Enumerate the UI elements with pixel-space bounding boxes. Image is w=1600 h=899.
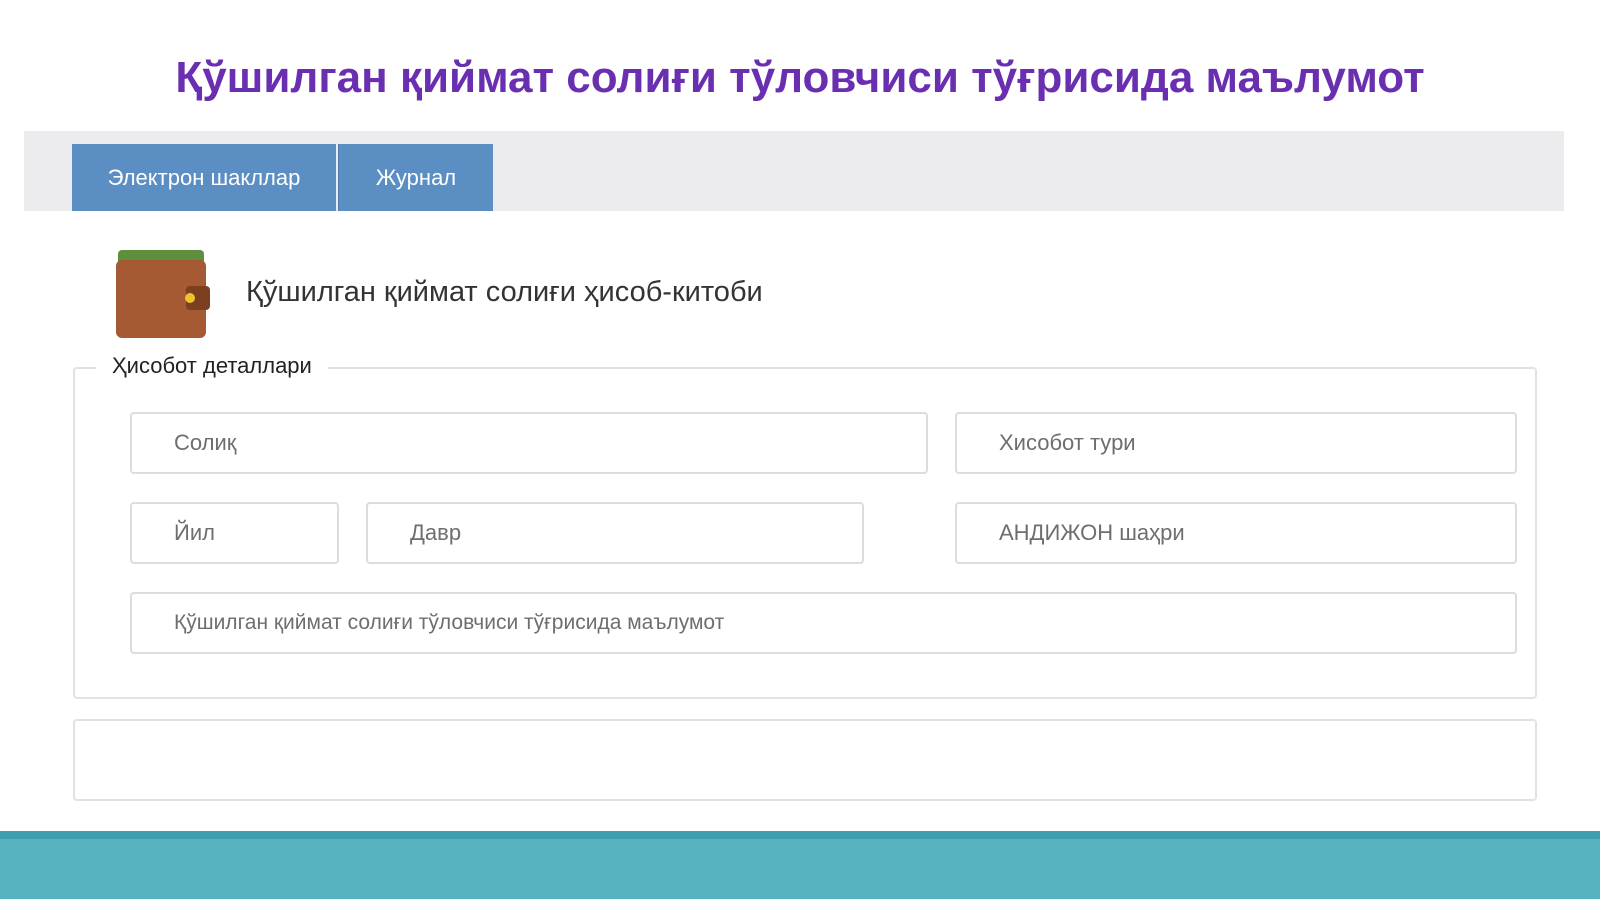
tab-journal[interactable]: Журнал bbox=[338, 144, 493, 211]
report-details-legend: Ҳисобот деталлари bbox=[96, 352, 328, 380]
period-field[interactable]: Давр bbox=[366, 502, 864, 564]
report-type-field[interactable]: Хисобот тури bbox=[955, 412, 1517, 474]
tab-electronic-forms[interactable]: Электрон шакллар bbox=[72, 144, 336, 211]
wallet-icon bbox=[116, 250, 210, 338]
tab-bar: Электрон шакллар Журнал bbox=[24, 131, 1564, 211]
result-panel bbox=[73, 719, 1537, 801]
city-field[interactable]: АНДИЖОН шаҳри bbox=[955, 502, 1517, 564]
year-field[interactable]: Йил bbox=[130, 502, 339, 564]
page-title: Қўшилган қиймат солиғи тўловчиси тўғриси… bbox=[175, 53, 1425, 102]
tax-field[interactable]: Солиқ bbox=[130, 412, 928, 474]
section-title: Қўшилган қиймат солиғи ҳисоб-китоби bbox=[246, 276, 763, 308]
footer-bar bbox=[0, 831, 1600, 899]
payer-info-field[interactable]: Қўшилган қиймат солиғи тўловчиси тўғриси… bbox=[130, 592, 1517, 654]
